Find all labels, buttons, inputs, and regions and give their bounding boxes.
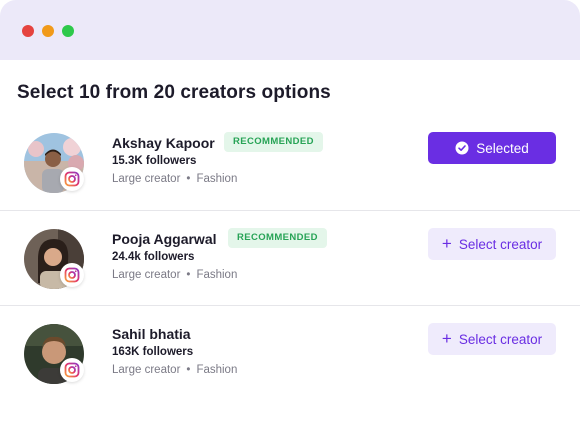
plus-icon: + [441,233,452,253]
creator-category: Fashion [196,364,238,376]
minimize-window-button[interactable] [42,25,54,37]
button-label: Select creator [458,236,543,252]
maximize-window-button[interactable] [62,25,74,37]
follower-count: 15.3K followers [112,155,197,167]
creator-size: Large creator [112,269,181,281]
creator-name: Pooja Aggarwal [112,231,217,247]
instagram-icon [60,263,84,287]
select-creator-button[interactable]: + Select creator [428,228,556,260]
plus-icon: + [441,328,452,348]
creator-meta: Large creator • Fashion [112,173,237,185]
select-creator-button[interactable]: + Select creator [428,323,556,355]
separator-dot: • [186,269,191,281]
follower-count: 163K followers [112,346,194,358]
creator-row: Akshay Kapoor RECOMMENDED 15.3K follower… [0,115,580,210]
separator-dot: • [186,364,191,376]
creator-size: Large creator [112,364,181,376]
button-label: Selected [476,140,529,156]
page-title: Select 10 from 20 creators options [17,82,331,103]
creator-category: Fashion [196,173,238,185]
creator-category: Fashion [196,269,238,281]
creator-selection-window: Select 10 from 20 creators options Aksha… [0,0,580,440]
button-label: Select creator [458,331,543,347]
selected-button[interactable]: Selected [428,132,556,164]
creator-row: Pooja Aggarwal RECOMMENDED 24.4k followe… [0,210,580,306]
close-window-button[interactable] [22,25,34,37]
follower-count: 24.4k followers [112,251,195,263]
creator-size: Large creator [112,173,181,185]
instagram-icon [60,167,84,191]
instagram-icon [60,358,84,382]
check-circle-icon [455,141,469,155]
window-titlebar [0,0,580,60]
creator-name: Sahil bhatia [112,326,191,342]
recommended-badge: RECOMMENDED [224,132,323,152]
separator-dot: • [186,173,191,185]
creator-meta: Large creator • Fashion [112,364,237,376]
recommended-badge: RECOMMENDED [228,228,327,248]
creator-name: Akshay Kapoor [112,135,215,151]
creator-row: Sahil bhatia 163K followers Large creato… [0,305,580,401]
creator-meta: Large creator • Fashion [112,269,237,281]
